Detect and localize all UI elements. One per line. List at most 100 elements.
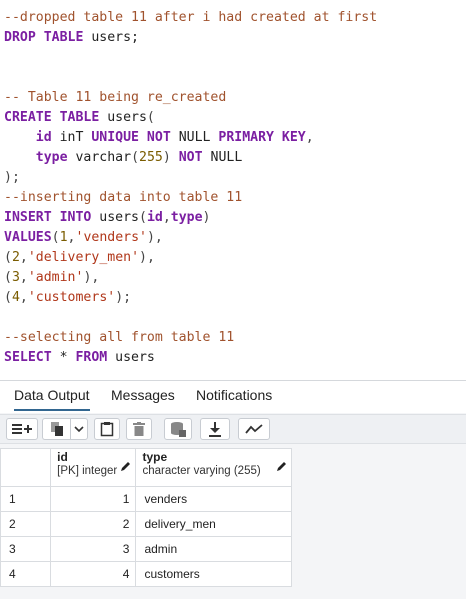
code-token: 2 <box>11 250 20 265</box>
code-line[interactable]: (4,'customers'); <box>4 288 131 308</box>
pencil-icon[interactable] <box>276 461 287 472</box>
column-type: character varying (255) <box>142 465 261 477</box>
code-line[interactable]: ); <box>4 168 20 188</box>
code-token: , <box>67 230 76 245</box>
code-token: ( <box>4 270 12 285</box>
code-token: ( <box>138 210 147 225</box>
delete-button[interactable] <box>126 418 152 440</box>
code-line[interactable]: type varchar(255) NOT NULL <box>4 148 243 168</box>
code-line[interactable]: --inserting data into table 11 <box>4 188 242 208</box>
column-header-id[interactable]: id [PK] integer <box>50 448 137 487</box>
code-line[interactable]: --selecting all from table 11 <box>4 328 234 348</box>
pencil-icon[interactable] <box>120 461 131 472</box>
cell-type[interactable]: customers <box>135 561 292 587</box>
table-row[interactable]: 1 1 venders <box>0 486 292 512</box>
delete-icon <box>133 421 145 436</box>
code-token: NOT <box>170 150 203 165</box>
add-row-button[interactable] <box>6 418 38 440</box>
cell-type[interactable]: delivery_men <box>135 511 292 537</box>
code-line[interactable]: DROP TABLE users; <box>4 28 139 48</box>
tab-notifications[interactable]: Notifications <box>196 387 272 411</box>
code-token: NULL <box>170 130 219 145</box>
tab-messages[interactable]: Messages <box>111 387 175 411</box>
download-icon <box>209 422 221 437</box>
code-token: 3 <box>11 270 20 285</box>
code-token: ); <box>4 170 20 185</box>
column-name: type <box>142 450 168 464</box>
row-number[interactable]: 2 <box>0 511 52 537</box>
download-button[interactable] <box>200 418 230 440</box>
code-token: type <box>35 150 68 165</box>
code-token: * <box>51 350 76 365</box>
code-token: users <box>99 110 147 125</box>
cell-type[interactable]: venders <box>135 486 292 512</box>
copy-options-dropdown[interactable] <box>70 418 88 440</box>
code-token: ( <box>4 250 12 265</box>
code-line[interactable]: VALUES(1,'venders'), <box>4 228 163 248</box>
code-token: ) <box>162 150 171 165</box>
code-token: varchar <box>67 150 132 165</box>
grid-header-row: id [PK] integer type character varying (… <box>0 448 292 487</box>
table-row[interactable]: 4 4 customers <box>0 561 292 587</box>
table-row[interactable]: 3 3 admin <box>0 536 292 562</box>
code-token: , <box>19 270 28 285</box>
code-token: ) <box>202 210 211 225</box>
code-line[interactable]: (3,'admin'), <box>4 268 99 288</box>
code-token: inT <box>51 130 92 145</box>
code-token: 1 <box>59 230 68 245</box>
add-row-icon <box>12 424 32 434</box>
code-token: 'admin' <box>27 270 84 285</box>
code-token: INSERT INTO <box>4 210 92 225</box>
code-token: ( <box>51 230 60 245</box>
code-token: users <box>107 350 155 365</box>
code-token: ( <box>146 110 155 125</box>
cell-type[interactable]: admin <box>135 536 292 562</box>
save-data-button[interactable] <box>164 418 192 440</box>
code-line[interactable]: INSERT INTO users(id,type) <box>4 208 211 228</box>
row-number-header <box>0 448 52 487</box>
code-token: , <box>19 250 28 265</box>
results-tabs: Data Output Messages Notifications <box>0 381 466 413</box>
graph-visualiser-button[interactable] <box>238 418 270 440</box>
code-token: ), <box>146 230 163 245</box>
sql-editor[interactable]: --dropped table 11 after i had created a… <box>0 0 466 378</box>
code-token: --inserting data into table 11 <box>4 190 243 205</box>
code-token: 'delivery_men' <box>27 250 140 265</box>
code-token: VALUES <box>4 230 52 245</box>
cell-id[interactable]: 4 <box>50 561 137 587</box>
code-token: CREATE TABLE <box>4 110 100 125</box>
table-row[interactable]: 2 2 delivery_men <box>0 511 292 537</box>
copy-button[interactable] <box>42 418 70 440</box>
column-header-type[interactable]: type character varying (255) <box>135 448 292 487</box>
code-token: 255 <box>139 150 163 165</box>
save-data-icon <box>171 422 186 437</box>
row-number[interactable]: 4 <box>0 561 52 587</box>
code-token: FROM <box>75 350 108 365</box>
code-line[interactable]: --dropped table 11 after i had created a… <box>4 8 377 28</box>
cell-id[interactable]: 2 <box>50 511 137 537</box>
code-token: , <box>19 290 28 305</box>
code-token: SELECT <box>4 350 52 365</box>
code-token: NULL <box>202 150 243 165</box>
code-token: users <box>91 210 139 225</box>
code-line[interactable]: CREATE TABLE users( <box>4 108 155 128</box>
tab-data-output[interactable]: Data Output <box>14 387 90 411</box>
graph-visualiser-icon <box>245 424 263 434</box>
code-token: UNIQUE NOT <box>91 130 171 145</box>
code-token: ), <box>83 270 100 285</box>
code-line[interactable]: SELECT * FROM users <box>4 348 155 368</box>
code-token: --selecting all from table 11 <box>4 330 235 345</box>
code-line[interactable]: -- Table 11 being re_created <box>4 88 226 108</box>
data-grid: id [PK] integer type character varying (… <box>0 448 292 587</box>
code-token: ( <box>4 290 12 305</box>
code-line[interactable]: (2,'delivery_men'), <box>4 248 155 268</box>
paste-button[interactable] <box>94 418 120 440</box>
cell-id[interactable]: 1 <box>50 486 137 512</box>
row-number[interactable]: 1 <box>0 486 52 512</box>
code-token: 'venders' <box>75 230 147 245</box>
code-line[interactable]: id inT UNIQUE NOT NULL PRIMARY KEY, <box>4 128 314 148</box>
code-token: , <box>305 130 314 145</box>
cell-id[interactable]: 3 <box>50 536 137 562</box>
row-number[interactable]: 3 <box>0 536 52 562</box>
